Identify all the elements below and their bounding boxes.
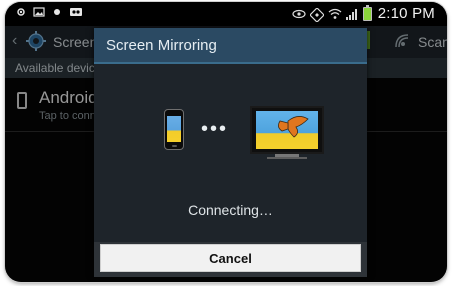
tv-icon xyxy=(250,106,324,154)
dialog-title: Screen Mirroring xyxy=(106,37,217,54)
dialog-title-bar: Screen Mirroring xyxy=(94,28,367,64)
connection-dots: ••• xyxy=(201,118,229,140)
smartphone-icon xyxy=(164,109,184,150)
phone-screen: 2:10 PM ‹ Screen Mirroring Scan xyxy=(5,2,447,282)
battery-icon xyxy=(362,4,372,21)
wifi-icon xyxy=(328,8,342,20)
settings-status-icon xyxy=(15,6,27,18)
eye-icon xyxy=(292,8,306,20)
voicemail-icon xyxy=(69,6,82,18)
dot-icon xyxy=(51,6,63,18)
status-right-icons: 2:10 PM xyxy=(292,4,435,22)
status-left-icons xyxy=(15,6,82,18)
status-bar: 2:10 PM xyxy=(5,2,447,26)
mirroring-dialog: Screen Mirroring ••• Connecting… Cancel xyxy=(94,28,367,277)
connecting-status: Connecting… xyxy=(188,202,273,218)
dialog-footer: Cancel xyxy=(94,242,367,277)
status-time: 2:10 PM xyxy=(377,5,435,22)
cancel-button[interactable]: Cancel xyxy=(100,244,361,272)
dialog-body: ••• Connecting… xyxy=(94,64,367,242)
tv-base xyxy=(267,157,307,159)
nfc-icon xyxy=(309,7,324,22)
image-icon xyxy=(33,6,45,18)
signal-icon xyxy=(345,8,357,20)
